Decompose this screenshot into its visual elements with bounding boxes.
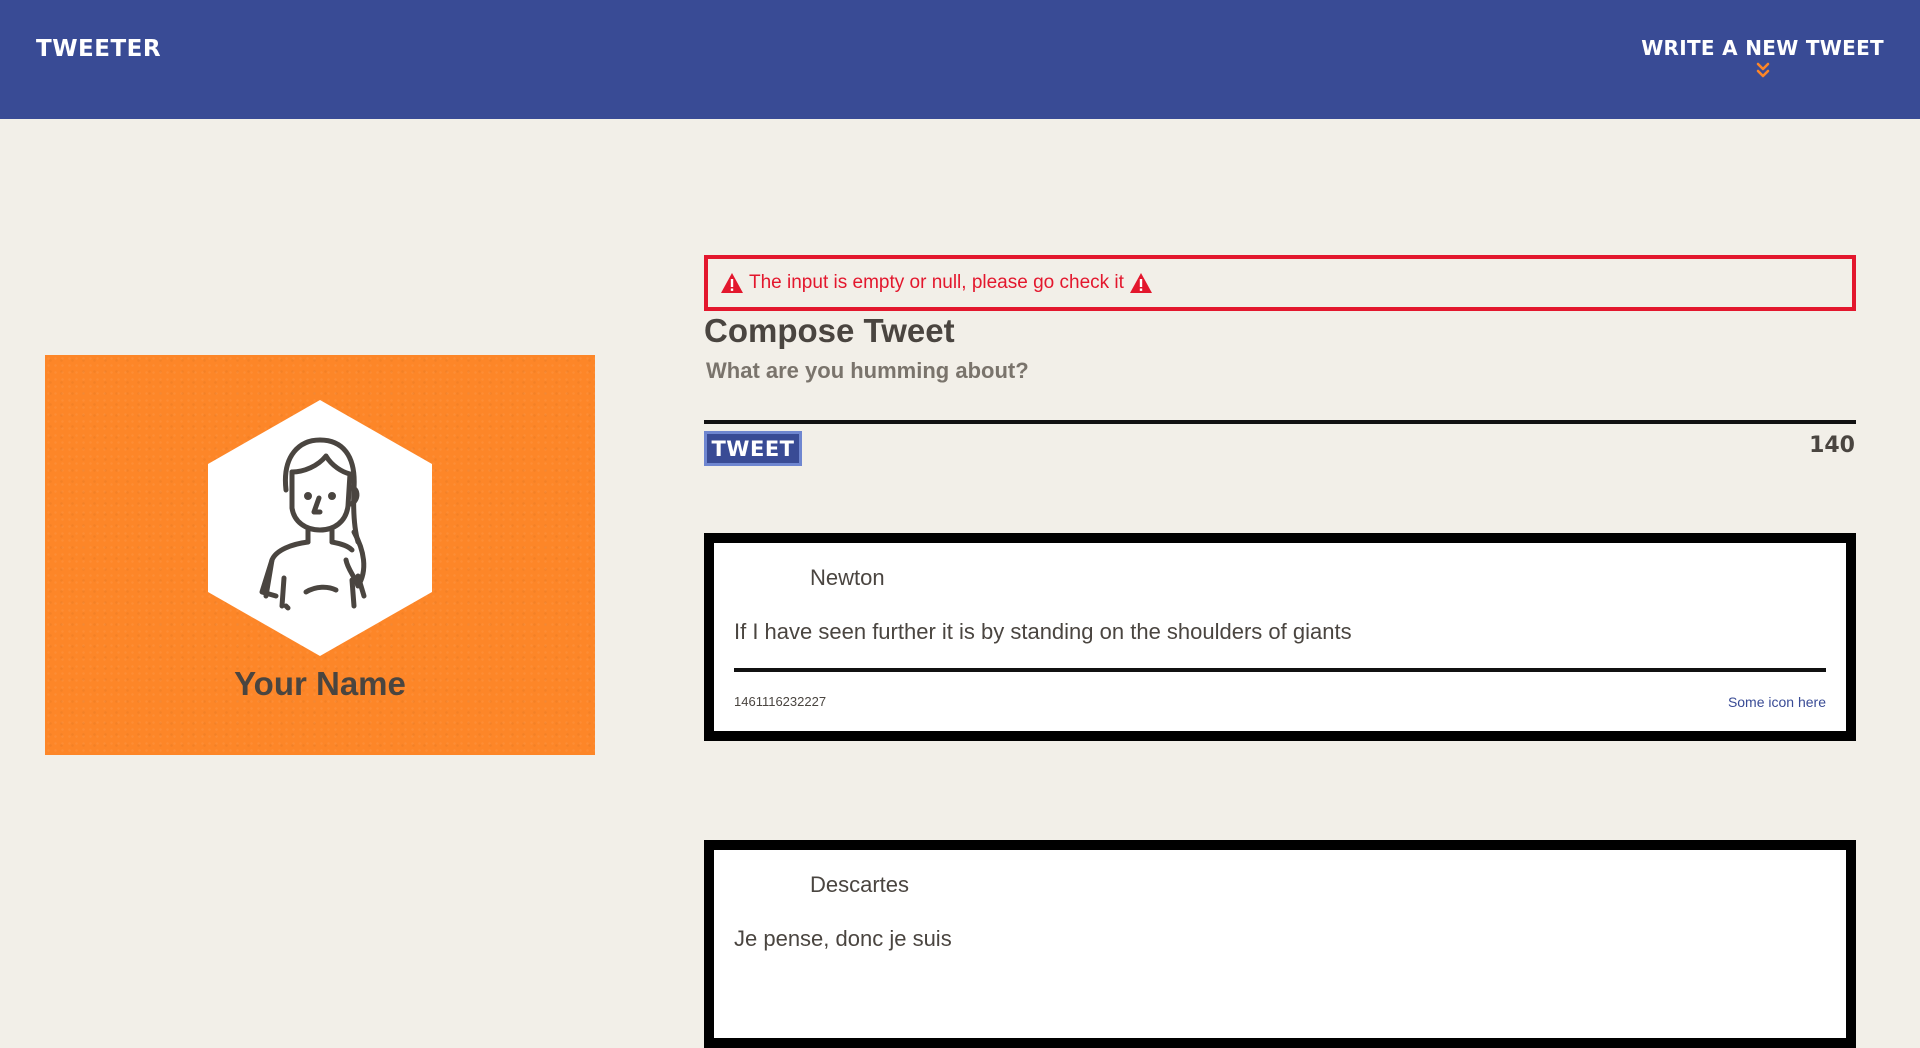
write-new-tweet-toggle[interactable]: WRITE A NEW TWEET: [1641, 36, 1884, 79]
tweet-content: If I have seen further it is by standing…: [734, 619, 1352, 644]
top-nav: TWEETER WRITE A NEW TWEET: [0, 0, 1920, 119]
tweet-author: Descartes: [810, 872, 910, 897]
tweet-textarea[interactable]: [706, 358, 1806, 384]
write-new-tweet-label: WRITE A NEW TWEET: [1641, 36, 1884, 60]
woman-avatar-icon: [208, 400, 432, 656]
profile-card: Your Name: [45, 355, 595, 755]
error-message: The input is empty or null, please go ch…: [749, 272, 1124, 293]
double-chevron-down-icon: [1756, 62, 1769, 78]
profile-name: Your Name: [234, 665, 406, 702]
compose-title: Compose Tweet: [704, 312, 955, 349]
brand-logo[interactable]: TWEETER: [36, 36, 161, 62]
tweet-timestamp: 1461116232227: [734, 694, 827, 709]
tweet-divider: [734, 668, 1826, 672]
character-counter: 140: [1809, 433, 1855, 458]
tweet-button[interactable]: TWEET: [704, 431, 802, 466]
tweet-author: Newton: [810, 565, 885, 590]
error-alert: The input is empty or null, please go ch…: [704, 255, 1856, 311]
tweet-content: Je pense, donc je suis: [734, 926, 952, 951]
tweet-card: Newton If I have seen further it is by s…: [704, 533, 1856, 741]
tweet-card: Descartes Je pense, donc je suis: [704, 840, 1856, 1048]
warning-triangle-icon: [721, 273, 743, 293]
compose-divider: [704, 420, 1856, 424]
warning-triangle-icon: [1129, 273, 1152, 293]
tweet-action-icons[interactable]: Some icon here: [1728, 694, 1826, 710]
